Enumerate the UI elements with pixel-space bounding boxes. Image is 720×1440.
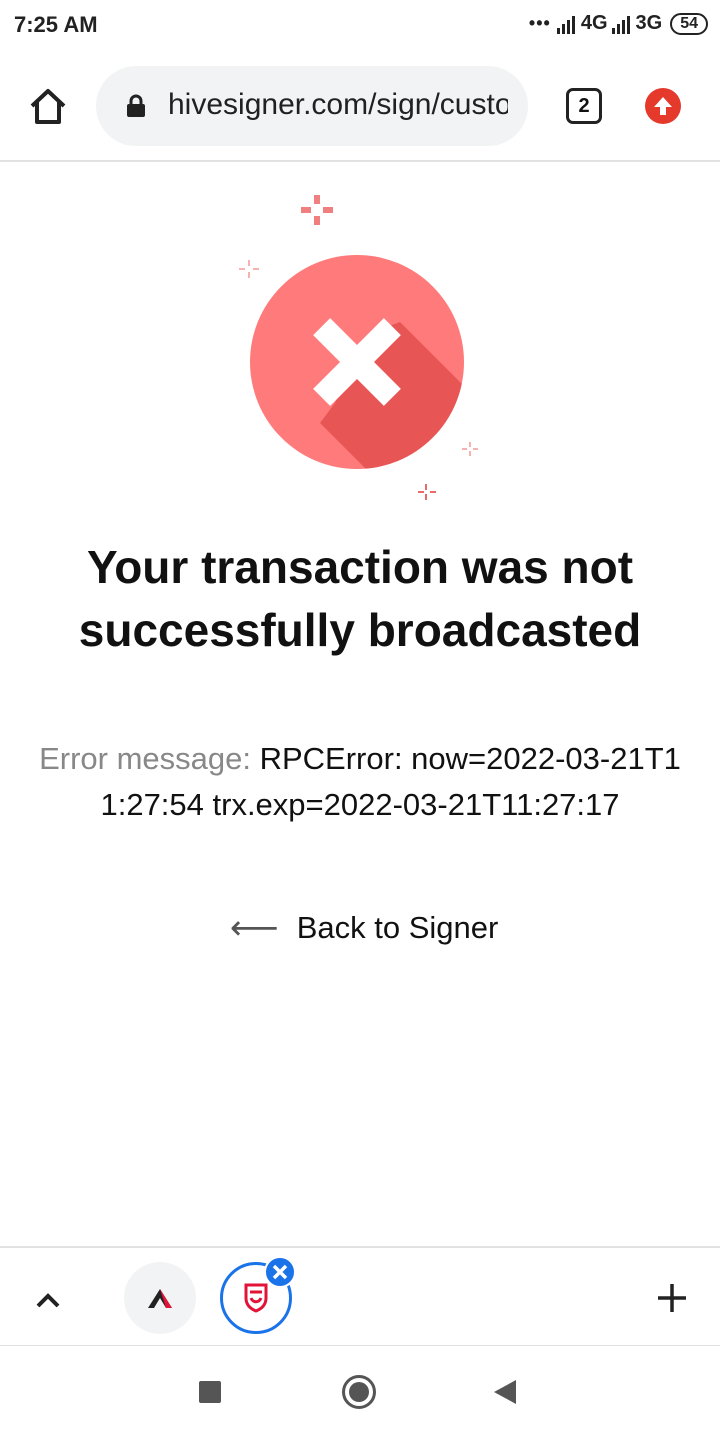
back-to-signer-link[interactable]: ⟵ Back to Signer — [230, 906, 498, 950]
plus-icon — [658, 1284, 686, 1312]
tab-thumbnail-1[interactable] — [124, 1262, 196, 1334]
site-logo-icon — [148, 1289, 172, 1308]
sparkle-icon — [418, 484, 436, 500]
home-icon — [30, 89, 66, 124]
recent-apps-button[interactable] — [199, 1381, 221, 1403]
url-text: hivesigner.com/sign/custom-json — [168, 88, 508, 121]
nav-home-button[interactable] — [342, 1375, 376, 1409]
home-button[interactable] — [26, 84, 70, 128]
arrow-up-icon — [654, 97, 672, 115]
status-bar: 7:25 AM ••• 4G 3G 54 — [0, 0, 720, 52]
battery-icon: 54 — [670, 12, 708, 35]
sparkle-icon — [301, 195, 333, 225]
system-nav-bar — [0, 1346, 720, 1440]
browser-toolbar: hivesigner.com/sign/custom-json 2 — [0, 52, 720, 162]
page-title: Your transaction was not successfully br… — [78, 541, 642, 656]
back-link-label: Back to Signer — [296, 910, 499, 945]
expand-tabs-button[interactable] — [30, 1282, 66, 1318]
chevron-up-icon — [36, 1293, 60, 1308]
signal-icon-2 — [611, 14, 630, 34]
error-illustration — [239, 195, 478, 500]
close-tab-button[interactable] — [264, 1256, 296, 1288]
status-time: 7:25 AM — [14, 12, 98, 37]
signal-icon-1 — [556, 14, 575, 34]
lock-icon — [127, 94, 145, 117]
tab-strip — [0, 1246, 720, 1346]
error-label: Error message: — [39, 741, 251, 776]
arrow-left-icon: ⟵ — [230, 909, 279, 947]
status-indicators: ••• 4G 3G 54 — [529, 12, 708, 35]
nav-back-button[interactable] — [494, 1380, 516, 1404]
sparkle-icon — [239, 260, 259, 278]
network-type-1: 4G — [580, 12, 608, 34]
new-tab-button[interactable] — [652, 1278, 692, 1318]
update-button[interactable] — [645, 88, 681, 124]
error-message: Error message: RPCError: now=2022-03-21T… — [28, 736, 692, 828]
tab-switcher-button[interactable]: 2 — [566, 88, 602, 124]
sparkle-icon — [462, 442, 478, 456]
network-type-2: 3G — [635, 12, 663, 34]
url-bar[interactable]: hivesigner.com/sign/custom-json — [96, 66, 528, 146]
notification-dots-icon: ••• — [528, 13, 551, 33]
close-icon — [272, 1264, 288, 1280]
